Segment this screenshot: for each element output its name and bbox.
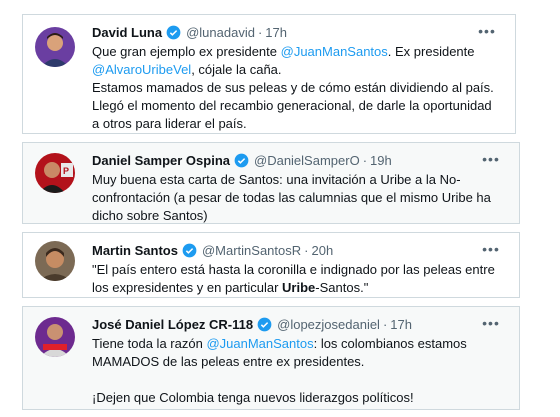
tweet-paragraph: Muy buena esta carta de Santos: una invi… xyxy=(92,172,491,223)
tweet-card[interactable]: P Daniel Samper Ospina @DanielSamperO · … xyxy=(22,142,520,224)
timestamp[interactable]: 17h xyxy=(390,317,412,332)
more-horizontal-icon[interactable]: ••• xyxy=(481,151,501,167)
more-horizontal-icon[interactable]: ••• xyxy=(481,241,501,257)
mention-link[interactable]: @AlvaroUribeVel xyxy=(92,62,191,77)
tweet-text: "El país entero está hasta la coronilla … xyxy=(92,261,505,297)
tweet-header: Martin Santos @MartinSantosR · 20h xyxy=(92,241,333,259)
separator-dot: · xyxy=(382,316,388,332)
avatar[interactable]: P xyxy=(35,153,75,193)
text-span: -Santos." xyxy=(315,280,369,295)
tweet-line: @AlvaroUribeVel, cójale la caña. xyxy=(92,61,501,79)
text-span: Tiene toda la razón xyxy=(92,336,207,351)
tweet-header: David Luna @lunadavid · 17h xyxy=(92,23,287,41)
more-horizontal-icon[interactable]: ••• xyxy=(481,315,501,331)
tweet-paragraph: "El país entero está hasta la coronilla … xyxy=(92,261,505,297)
tweet-paragraph: Tiene toda la razón @JuanManSantos: los … xyxy=(92,335,505,371)
tweet-text: Que gran ejemplo ex presidente @JuanManS… xyxy=(92,43,501,133)
avatar[interactable] xyxy=(35,317,75,357)
author-name[interactable]: José Daniel López CR-118 xyxy=(92,317,253,332)
more-horizontal-icon[interactable]: ••• xyxy=(477,23,497,39)
tweet-card[interactable]: David Luna @lunadavid · 17h ••• Que gran… xyxy=(22,14,516,134)
svg-text:P: P xyxy=(63,166,69,176)
author-name[interactable]: Daniel Samper Ospina xyxy=(92,153,230,168)
tweet-header: Daniel Samper Ospina @DanielSamperO · 19… xyxy=(92,151,392,169)
mention-link[interactable]: @JuanManSantos xyxy=(281,44,388,59)
timestamp[interactable]: 19h xyxy=(370,153,392,168)
mention-link[interactable]: @JuanManSantos xyxy=(206,336,313,351)
author-handle[interactable]: @lopezjosedaniel xyxy=(277,317,380,332)
text-span: . Ex presidente xyxy=(387,44,475,59)
author-name[interactable]: Martin Santos xyxy=(92,243,178,258)
tweet-text: Tiene toda la razón @JuanManSantos: los … xyxy=(92,335,505,407)
verified-badge-icon xyxy=(182,243,197,257)
author-handle[interactable]: @DanielSamperO xyxy=(254,153,360,168)
tweet-paragraph: Estamos mamados de sus peleas y de cómo … xyxy=(92,80,494,131)
tweet-card[interactable]: José Daniel López CR-118 @lopezjosedanie… xyxy=(22,306,520,410)
author-handle[interactable]: @MartinSantosR xyxy=(202,243,301,258)
separator-dot: · xyxy=(257,24,263,40)
verified-badge-icon xyxy=(234,153,249,167)
avatar[interactable] xyxy=(35,27,75,67)
verified-badge-icon xyxy=(257,317,272,331)
tweet-header: José Daniel López CR-118 @lopezjosedanie… xyxy=(92,315,412,333)
separator-dot: · xyxy=(304,242,309,258)
avatar[interactable] xyxy=(35,241,75,281)
author-name[interactable]: David Luna xyxy=(92,25,162,40)
text-span: Que gran ejemplo ex presidente xyxy=(92,44,281,59)
timestamp[interactable]: 17h xyxy=(265,25,287,40)
verified-badge-icon xyxy=(166,25,181,39)
tweet-card[interactable]: Martin Santos @MartinSantosR · 20h ••• "… xyxy=(22,232,520,298)
bold-text: Uribe xyxy=(282,280,316,295)
tweet-line: Que gran ejemplo ex presidente @JuanManS… xyxy=(92,43,501,61)
timestamp[interactable]: 20h xyxy=(312,243,334,258)
tweet-text: Muy buena esta carta de Santos: una invi… xyxy=(92,171,505,225)
tweet-paragraph: ¡Dejen que Colombia tenga nuevos lideraz… xyxy=(92,390,414,405)
separator-dot: · xyxy=(362,152,368,168)
author-handle[interactable]: @lunadavid xyxy=(186,25,255,40)
text-span: , cójale la caña. xyxy=(191,62,282,77)
